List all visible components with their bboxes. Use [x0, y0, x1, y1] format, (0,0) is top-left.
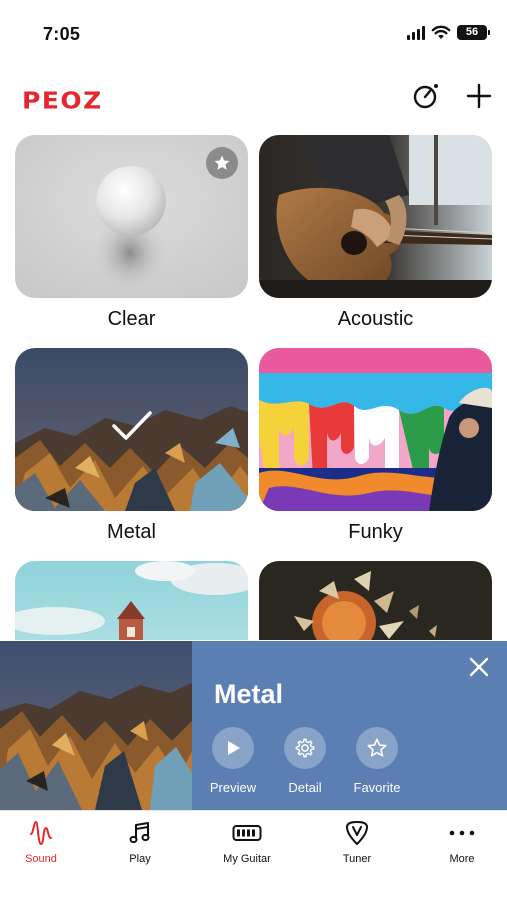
star-icon: [356, 727, 398, 769]
preset-card-5[interactable]: [15, 561, 248, 640]
bottom-tab-bar: Sound Play My Guitar Tuner More: [0, 810, 507, 900]
tab-sound[interactable]: Sound: [0, 819, 86, 865]
plus-icon: [466, 83, 492, 109]
waveform-icon: [30, 820, 52, 846]
play-icon: [212, 727, 254, 769]
preset-card-funky[interactable]: Funky: [259, 348, 492, 544]
tab-tuner[interactable]: Tuner: [312, 819, 402, 865]
more-dots-icon: [449, 830, 475, 836]
action-label: Preview: [209, 780, 257, 795]
gear-icon: [284, 727, 326, 769]
close-icon: [469, 657, 489, 677]
close-panel-button[interactable]: [467, 655, 491, 679]
tab-label: Sound: [25, 853, 57, 865]
selected-preset-panel: Metal Preview Detail Favorite: [0, 641, 507, 810]
tab-label: Play: [129, 853, 151, 865]
tab-label: My Guitar: [223, 853, 271, 865]
tone-dial-icon: [413, 84, 438, 109]
preset-label: Funky: [348, 521, 403, 543]
tab-label: More: [449, 853, 475, 865]
music-note-icon: [129, 822, 150, 844]
preset-label: Clear: [107, 308, 156, 330]
action-label: Favorite: [353, 780, 401, 795]
battery-icon: 56: [457, 25, 490, 40]
preset-thumb-clear: [15, 135, 248, 298]
preset-card-6[interactable]: [259, 561, 492, 640]
app-logo: PEOZ: [22, 87, 103, 114]
tab-my-guitar[interactable]: My Guitar: [202, 819, 292, 865]
favorite-badge: [206, 147, 238, 179]
detail-button[interactable]: Detail: [270, 727, 340, 795]
wifi-icon: [431, 25, 451, 39]
add-preset-button[interactable]: [463, 80, 495, 112]
favorite-button[interactable]: Favorite: [342, 727, 412, 795]
tab-play[interactable]: Play: [95, 819, 185, 865]
tab-label: Tuner: [342, 853, 372, 865]
tuner-pick-icon: [346, 821, 368, 845]
amp-icon: [232, 825, 262, 841]
tab-more[interactable]: More: [417, 819, 507, 865]
preset-thumb-funky: [259, 348, 492, 511]
selected-check-icon: [112, 411, 152, 440]
tone-dial-button[interactable]: [410, 80, 442, 112]
preset-label: Acoustic: [337, 308, 414, 330]
preset-thumb-acoustic: [259, 135, 492, 298]
preview-button[interactable]: Preview: [198, 727, 268, 795]
status-icons: 56: [407, 25, 490, 40]
panel-title: Metal: [214, 679, 284, 709]
preset-grid: Clear Acoustic Metal Funky: [0, 134, 507, 640]
preset-card-metal[interactable]: Metal: [15, 348, 248, 544]
preset-card-acoustic[interactable]: Acoustic: [259, 135, 492, 331]
action-label: Detail: [288, 780, 322, 795]
preset-thumb-5: [15, 561, 248, 640]
status-time: 7:05: [43, 24, 81, 44]
star-icon: [214, 155, 230, 170]
preset-thumb-6: [259, 561, 492, 640]
panel-thumbnail: [0, 641, 192, 810]
preset-card-clear[interactable]: Clear: [15, 135, 248, 331]
cellular-signal-icon: [407, 25, 425, 40]
status-bar: 7:05 56: [0, 0, 507, 64]
preset-thumb-metal: [15, 348, 248, 511]
preset-label: Metal: [107, 521, 156, 543]
